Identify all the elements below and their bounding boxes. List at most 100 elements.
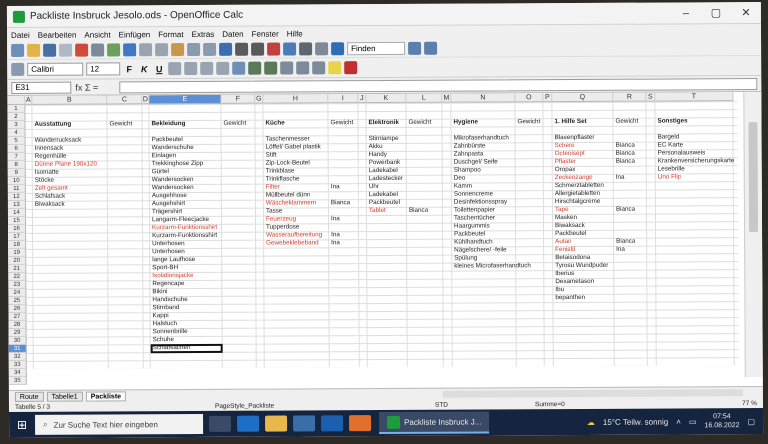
cell-b7[interactable]: Regenhülle xyxy=(35,153,67,161)
cell-q5[interactable]: Blasenpflaster xyxy=(555,134,595,142)
menu-daten[interactable]: Daten xyxy=(222,29,243,38)
column-header-e[interactable]: E xyxy=(149,94,222,105)
cell-h12[interactable]: Müllbeutel dünn xyxy=(266,191,311,199)
windows-start-icon[interactable]: ⊞ xyxy=(9,418,35,432)
cell-k3[interactable]: Elektronik xyxy=(368,119,398,127)
task-view-icon[interactable] xyxy=(209,415,232,432)
paste-icon[interactable] xyxy=(171,43,185,57)
menu-bearbeiten[interactable]: Bearbeiten xyxy=(38,30,77,39)
cell-h15[interactable]: Feuerzeug xyxy=(266,215,296,223)
cell-e28[interactable]: Halstuch xyxy=(153,320,178,328)
chart-icon[interactable] xyxy=(267,42,281,56)
column-header-m[interactable]: M xyxy=(442,93,452,103)
cell-t6[interactable]: EC Karte xyxy=(658,141,684,149)
currency-icon[interactable] xyxy=(248,61,262,75)
cell-q13[interactable]: Hirschtalgcreme xyxy=(555,198,601,206)
cell-q14[interactable]: Tape xyxy=(555,206,569,214)
cell-e25[interactable]: Handschuhe xyxy=(152,296,187,304)
cell-n7[interactable]: Zahnpasta xyxy=(454,150,484,158)
cell-h18[interactable]: Gewebeklebeband xyxy=(266,239,319,247)
underline-button[interactable]: U xyxy=(153,64,165,74)
row-header-24[interactable]: 24 xyxy=(8,288,27,297)
column-header-p[interactable]: P xyxy=(543,93,553,103)
cell-r19[interactable]: Ina xyxy=(616,246,625,254)
cell-t8[interactable]: Krankenversicherungskarte xyxy=(658,157,735,165)
column-header-f[interactable]: F xyxy=(221,94,256,104)
edge-icon[interactable] xyxy=(237,415,260,432)
cell-t3[interactable]: Sonstiges xyxy=(657,117,687,125)
column-header-c[interactable]: C xyxy=(107,95,143,105)
cell-n14[interactable]: Toilettenpapier xyxy=(454,206,495,214)
cell-h7[interactable]: Stift xyxy=(266,152,277,160)
cell-k14[interactable]: Tablet xyxy=(369,207,386,215)
taskbar-search[interactable]: ⌕ Zur Suche Text hier eingeben xyxy=(35,413,204,435)
cell-t10[interactable]: Uno Flip xyxy=(658,173,681,181)
cell-e23[interactable]: Regencape xyxy=(152,280,184,288)
cell-k11[interactable]: Uhr xyxy=(369,183,379,191)
merge-cells-icon[interactable] xyxy=(232,61,246,75)
column-header-o[interactable]: O xyxy=(515,93,544,103)
cell-n11[interactable]: Kamm xyxy=(454,183,472,191)
menu-extras[interactable]: Extras xyxy=(192,29,215,38)
menu-hilfe[interactable]: Hilfe xyxy=(287,29,303,38)
cell-e5[interactable]: Packbeutel xyxy=(152,136,183,144)
cell-h6[interactable]: Löffel/ Gabel plastik xyxy=(266,143,321,151)
row-header-31[interactable]: 31 xyxy=(8,344,27,353)
cell-e21[interactable]: Sport-BH xyxy=(152,264,178,272)
cell-n6[interactable]: Zahnbürste xyxy=(454,142,486,150)
column-header-k[interactable]: K xyxy=(366,93,407,104)
cell-n19[interactable]: Nägelschere/ -feile xyxy=(454,246,507,254)
column-header-d[interactable]: D xyxy=(142,95,150,105)
cell-k7[interactable]: Handy xyxy=(369,151,387,159)
row-header-26[interactable]: 26 xyxy=(8,304,27,313)
cell-r7[interactable]: Bianca xyxy=(616,150,635,158)
cell-q9[interactable]: Oropax xyxy=(555,166,576,174)
menu-format[interactable]: Format xyxy=(158,30,183,39)
cell-e29[interactable]: Sonnenbrille xyxy=(153,328,188,336)
row-header-23[interactable]: 23 xyxy=(8,280,27,289)
sheet-tab-route[interactable]: Route xyxy=(14,391,44,402)
cell-e19[interactable]: Unterhosen xyxy=(152,248,185,256)
cell-b11[interactable]: Zelt gesamt xyxy=(35,185,68,193)
status-zoom[interactable]: 77 % xyxy=(742,400,757,407)
align-right-icon[interactable] xyxy=(200,61,214,75)
cell-n12[interactable]: Sonnencreme xyxy=(454,190,493,198)
column-header-n[interactable]: N xyxy=(451,93,516,103)
cell-q19[interactable]: Fenistil xyxy=(555,246,575,254)
horizontal-scrollbar[interactable] xyxy=(442,389,743,398)
formula-input[interactable] xyxy=(119,77,758,93)
vertical-scroll-thumb[interactable] xyxy=(748,122,759,233)
cell-n9[interactable]: Shampoo xyxy=(454,166,481,174)
cell-c3[interactable]: Gewicht xyxy=(109,120,132,128)
align-center-icon[interactable] xyxy=(184,61,198,76)
cell-e22[interactable]: Isolationsjacke xyxy=(152,272,193,280)
cell-n17[interactable]: Packbeutel xyxy=(454,230,485,238)
cell-q25[interactable]: bepanthen xyxy=(555,294,585,302)
row-header-19[interactable]: 19 xyxy=(8,248,27,257)
cell-q15[interactable]: Masken xyxy=(555,214,577,222)
borders-icon[interactable] xyxy=(312,61,326,75)
row-header-18[interactable]: 18 xyxy=(8,240,27,249)
cell-r3[interactable]: Gewicht xyxy=(615,118,638,126)
cell-q21[interactable]: Tyrosu Wundpuder xyxy=(555,262,608,270)
styles-icon[interactable] xyxy=(11,62,25,76)
cut-icon[interactable] xyxy=(139,43,153,57)
cell-t7[interactable]: Personalausweis xyxy=(658,149,706,157)
row-header-7[interactable]: 7 xyxy=(7,152,26,161)
cell-e8[interactable]: Trekkinghose Zipp xyxy=(152,160,204,168)
cell-e18[interactable]: Unterhosen xyxy=(152,240,185,248)
cell-q8[interactable]: Pflaster xyxy=(555,158,576,166)
file-explorer-icon[interactable] xyxy=(265,415,288,432)
spellcheck-icon[interactable] xyxy=(107,43,121,57)
cell-f3[interactable]: Gewicht xyxy=(223,120,246,128)
new-icon[interactable] xyxy=(11,43,25,57)
cell-q20[interactable]: Betaisodona xyxy=(555,254,590,262)
row-header-1[interactable]: 1 xyxy=(7,104,26,113)
redo-icon[interactable] xyxy=(203,42,217,56)
firefox-icon[interactable] xyxy=(349,415,372,432)
row-header-21[interactable]: 21 xyxy=(8,264,27,273)
cell-n16[interactable]: Haargummis xyxy=(454,222,490,230)
minimize-button[interactable]: – xyxy=(671,7,701,19)
pivot-icon[interactable] xyxy=(283,42,297,56)
cell-n3[interactable]: Hygiene xyxy=(453,119,478,127)
